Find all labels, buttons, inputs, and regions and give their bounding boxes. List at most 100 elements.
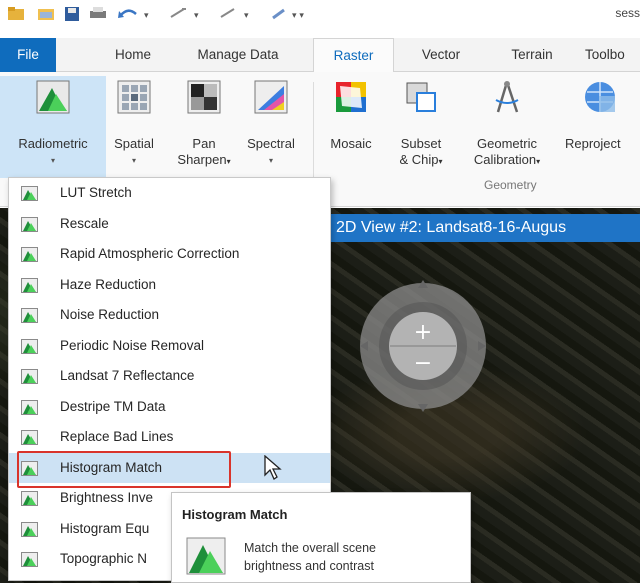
menu-item-rescale[interactable]: Rescale [9, 209, 330, 240]
ribbon-tabs: File Home Manage Data Raster Vector Terr… [0, 38, 640, 73]
reproject-label: Reproject [565, 136, 621, 151]
menu-item-label: Haze Reduction [60, 276, 157, 292]
ribbon-separator [313, 82, 314, 192]
svg-text:▾: ▾ [144, 11, 149, 21]
radiometric-icon [21, 399, 38, 415]
radiometric-icon [21, 186, 38, 201]
tab-terrain[interactable]: Terrain [492, 38, 572, 72]
menu-item-destripe-tm-data[interactable]: Destripe TM Data [9, 392, 330, 423]
pan-sharpen-icon [187, 80, 221, 114]
highlight-callout [17, 451, 231, 488]
folder-icon[interactable] [38, 7, 54, 21]
pan-tool-icon[interactable]: ▾ [218, 7, 262, 21]
subset-chip-button[interactable]: Subset & Chip▾ [388, 76, 454, 178]
radiometric-button[interactable]: Radiometric ▾ [0, 76, 106, 178]
menu-item-rapid-atmospheric-correction[interactable]: Rapid Atmospheric Correction [9, 239, 330, 270]
radiometric-icon [21, 369, 38, 384]
pan-sharpen-button[interactable]: Pan Sharpen▾ [172, 76, 236, 178]
tooltip: Histogram Match Match the overall scene b… [171, 492, 471, 583]
spatial-label: Spatial [114, 136, 154, 151]
subset-chip-label: Subset & Chip▾ [388, 136, 454, 170]
geometric-calibration-button[interactable]: Geometric Calibration▾ [460, 76, 554, 178]
reproject-icon [585, 82, 615, 112]
tab-vector[interactable]: Vector [404, 38, 478, 72]
zoom-in-icon[interactable]: + [414, 320, 432, 345]
menu-item-label: Histogram Equ [60, 520, 150, 536]
chevron-down-icon: ▾ [50, 156, 55, 165]
spectral-icon [254, 80, 288, 114]
geometric-line1: Geometric [477, 136, 537, 151]
radiometric-icon [21, 277, 38, 293]
tooltip-description: Match the overall scene brightness and co… [244, 539, 454, 575]
menu-item-label: Topographic N [60, 551, 148, 566]
radiometric-icon [21, 552, 38, 567]
mosaic-button[interactable]: Mosaic [322, 76, 380, 178]
tab-raster[interactable]: Raster [313, 38, 394, 73]
radiometric-icon [21, 216, 38, 232]
compass-icon [495, 81, 519, 113]
menu-item-haze-reduction[interactable]: Haze Reduction [9, 270, 330, 301]
open-folder-icon[interactable] [8, 7, 24, 21]
mosaic-icon [336, 82, 366, 112]
svg-text:▾ ▾: ▾ ▾ [292, 11, 304, 21]
navigation-control[interactable]: + − [360, 266, 490, 416]
tab-home[interactable]: Home [102, 38, 164, 72]
radiometric-icon [21, 247, 38, 262]
radiometric-label: Radiometric [18, 136, 88, 151]
svg-text:▾: ▾ [244, 11, 249, 21]
menu-item-noise-reduction[interactable]: Noise Reduction [9, 300, 330, 331]
geometric-line2: Calibration [473, 152, 537, 167]
tab-toolbox[interactable]: Toolbo [585, 38, 640, 72]
menu-item-label: Rapid Atmospheric Correction [60, 246, 240, 261]
quick-access-toolbar: ▾ ▾ ▾ ▾ ▾ sess [0, 0, 640, 30]
view-title-bar: 2D View #2: Landsat8-16-Augus [330, 214, 640, 242]
redo-icon[interactable]: ▾ [168, 7, 212, 21]
tab-file[interactable]: File [0, 38, 56, 72]
save-icon[interactable] [64, 7, 80, 21]
radiometric-icon [21, 521, 38, 537]
chevron-down-icon: ▾ [226, 157, 231, 166]
menu-item-label: Destripe TM Data [60, 398, 166, 414]
menu-item-label: Landsat 7 Reflectance [60, 368, 195, 383]
mosaic-label: Mosaic [330, 136, 372, 151]
undo-icon[interactable]: ▾ [118, 7, 162, 21]
spatial-icon [117, 80, 151, 114]
svg-text:▾: ▾ [194, 11, 199, 21]
pan-line1: Pan [192, 136, 216, 151]
chevron-down-icon: ▾ [438, 157, 443, 166]
mouse-pointer-icon [264, 455, 282, 480]
geometry-group-label: Geometry [484, 178, 537, 192]
menu-item-landsat-7-reflectance[interactable]: Landsat 7 Reflectance [9, 361, 330, 392]
radiometric-icon [36, 80, 70, 114]
geometric-calibration-label: Geometric Calibration▾ [460, 136, 554, 170]
print-icon[interactable] [90, 7, 106, 21]
paint-tool-icon[interactable]: ▾ ▾ [270, 7, 330, 21]
pan-sharpen-label: Pan Sharpen▾ [172, 136, 236, 170]
tooltip-line2: brightness and contrast [244, 559, 374, 573]
menu-item-label: LUT Stretch [60, 185, 132, 200]
radiometric-icon [21, 491, 38, 506]
menu-item-lut-stretch[interactable]: LUT Stretch [9, 178, 330, 209]
zoom-out-icon[interactable]: − [414, 351, 432, 376]
menu-item-label: Rescale [60, 215, 109, 231]
spectral-button[interactable]: Spectral ▾ [240, 76, 302, 178]
subset-line2: & Chip [399, 152, 439, 167]
radiometric-icon [21, 430, 38, 445]
subset-line1: Subset [400, 136, 442, 151]
menu-item-label: Replace Bad Lines [60, 429, 174, 444]
menu-item-periodic-noise-removal[interactable]: Periodic Noise Removal [9, 331, 330, 362]
chevron-down-icon: ▾ [131, 156, 136, 165]
menu-item-replace-bad-lines[interactable]: Replace Bad Lines [9, 422, 330, 453]
subset-chip-icon [406, 82, 436, 112]
menu-item-label: Periodic Noise Removal [60, 337, 205, 353]
reproject-button[interactable]: Reproject [560, 76, 640, 178]
chevron-down-icon: ▾ [268, 156, 273, 165]
menu-item-label: Noise Reduction [60, 307, 160, 322]
radiometric-icon [21, 338, 38, 354]
window-title: sess [615, 6, 640, 20]
radiometric-icon [21, 308, 38, 323]
spectral-label: Spectral [247, 136, 295, 151]
tab-manage-data[interactable]: Manage Data [186, 38, 290, 72]
pan-line2: Sharpen [177, 152, 227, 167]
spatial-button[interactable]: Spatial ▾ [106, 76, 162, 178]
